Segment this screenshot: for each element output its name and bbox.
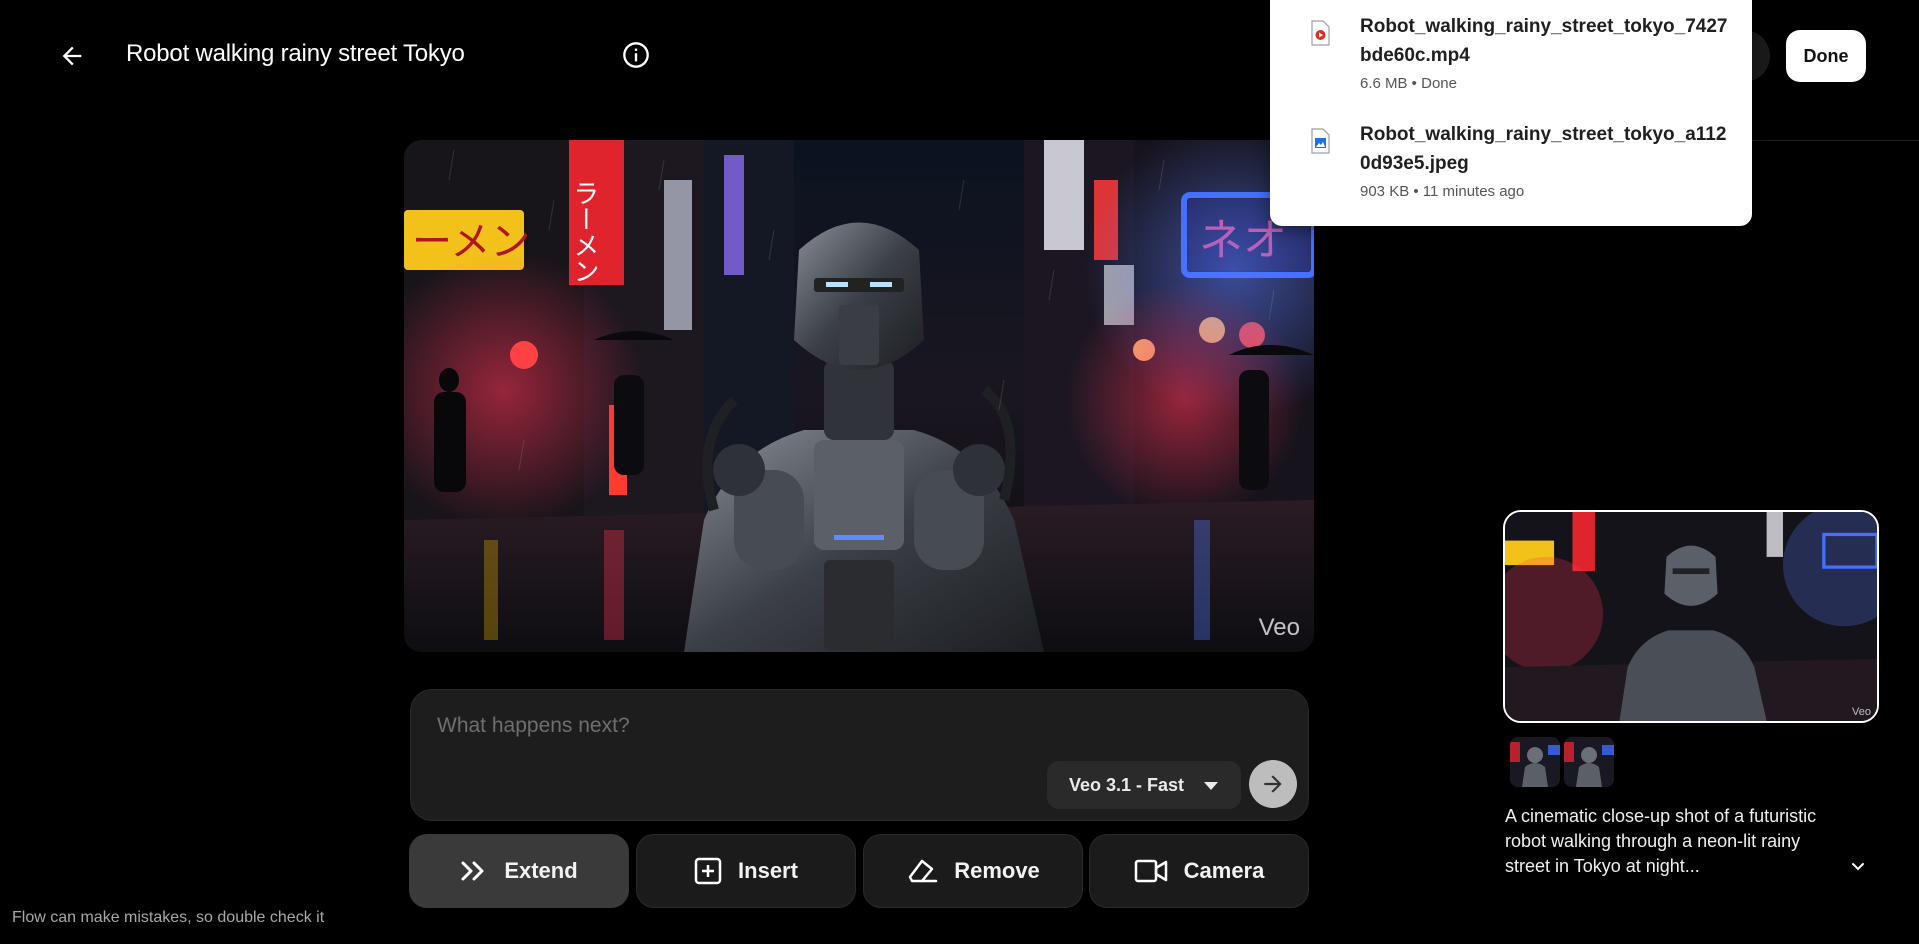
model-select[interactable]: Veo 3.1 - Fast [1047,761,1241,809]
extend-button-label: Extend [504,858,578,883]
camera-button[interactable]: Camera [1089,834,1309,908]
disclaimer-text: Flow can make mistakes, so double check … [12,909,325,926]
selected-clip-thumbnail[interactable]: Veo [1503,510,1879,723]
main-video-preview[interactable]: ーメン ラーメン ネオ [404,140,1314,652]
plus-square-icon [694,857,722,885]
video-file-icon [1311,20,1330,46]
mini-thumbnail-image [1510,737,1560,787]
send-button[interactable] [1249,760,1297,808]
eraser-icon [908,859,938,883]
robot-thumbnail-image [1505,512,1877,721]
video-camera-icon [1134,859,1167,883]
model-select-label: Veo 3.1 - Fast [1069,774,1185,795]
mini-thumbnail[interactable] [1510,737,1560,787]
done-button[interactable]: Done [1786,30,1866,82]
prompt-input[interactable] [437,714,1137,738]
remove-button[interactable]: Remove [863,834,1083,908]
extend-button[interactable]: Extend [409,834,629,908]
info-button[interactable] [619,38,653,72]
mini-thumbnail-image [1564,737,1614,787]
mini-thumbnail[interactable] [1564,737,1614,787]
caret-down-icon [1204,782,1218,790]
remove-button-label: Remove [954,858,1040,883]
image-file-icon [1311,128,1330,154]
app-root: Robot walking rainy street Tokyo Done ーメ… [0,0,1919,944]
chevron-down-icon [1852,863,1864,871]
download-file-meta: 6.6 MB • Done [1360,75,1457,92]
download-item[interactable]: Robot_walking_rainy_street_tokyo_7427bde… [1270,10,1752,110]
download-file-name: Robot_walking_rainy_street_tokyo_a1120d9… [1360,124,1727,174]
page-title: Robot walking rainy street Tokyo [126,40,465,67]
download-item[interactable]: Robot_walking_rainy_street_tokyo_a1120d9… [1270,118,1752,218]
thumbnail-watermark: Veo [1852,706,1871,718]
double-chevron-right-icon [461,861,484,881]
robot-scene-image: ーメン ラーメン ネオ [404,140,1314,652]
downloads-popup: Robot_walking_rainy_street_tokyo_7427bde… [1270,0,1752,226]
camera-button-label: Camera [1183,858,1265,883]
arrow-left-icon [62,46,82,66]
info-icon [623,42,649,68]
insert-button[interactable]: Insert [636,834,856,908]
insert-button-label: Insert [738,858,798,883]
clip-description: A cinematic close-up shot of a futuristi… [1505,806,1817,876]
svg-text:ラーメン: ラーメン [569,180,599,284]
download-file-name: Robot_walking_rainy_street_tokyo_7427bde… [1360,16,1728,66]
download-file-meta: 903 KB • 11 minutes ago [1360,183,1525,200]
back-button[interactable] [46,36,98,76]
divider [1752,140,1919,141]
prompt-box: Veo 3.1 - Fast [410,689,1309,821]
veo-watermark: Veo [1258,614,1300,641]
expand-description-button[interactable] [1846,857,1870,877]
arrow-right-icon [1264,775,1282,793]
